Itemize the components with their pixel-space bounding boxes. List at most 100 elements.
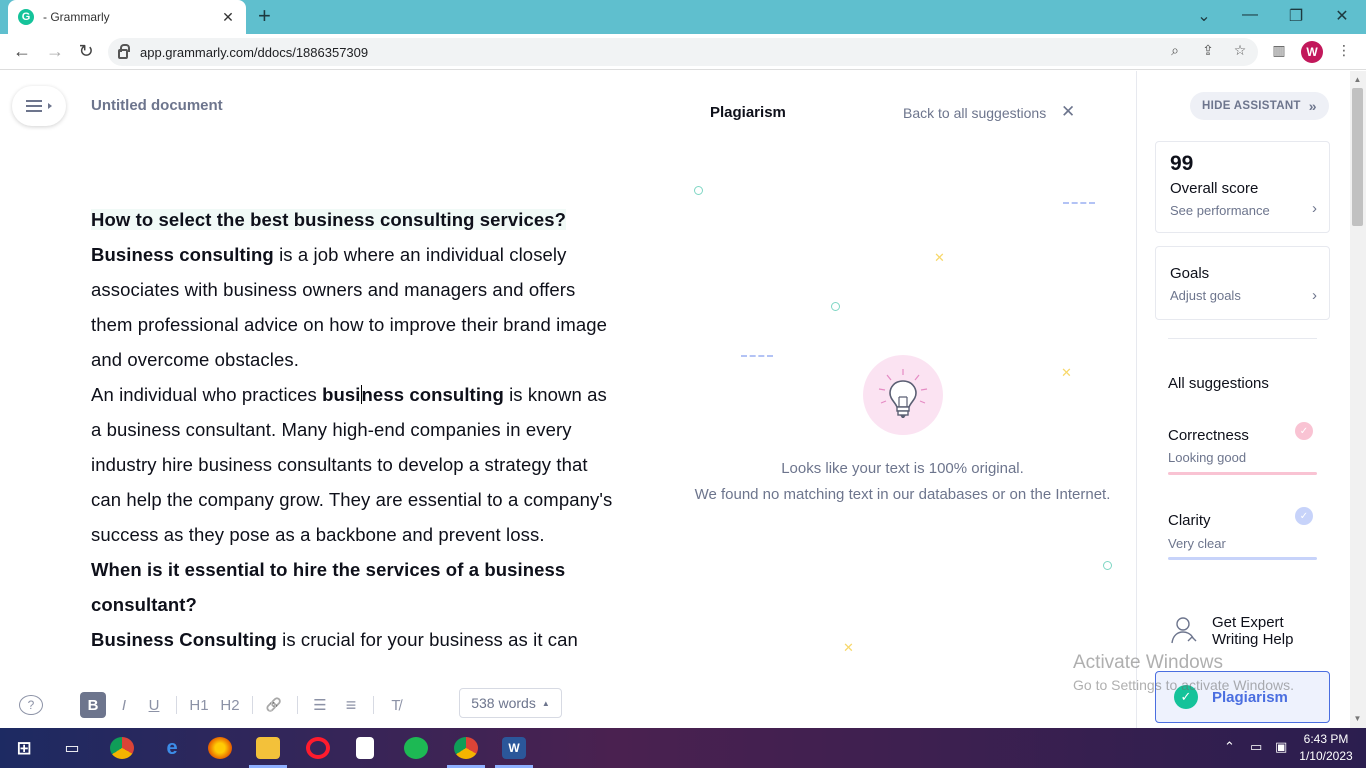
- chrome-icon[interactable]: [110, 737, 134, 759]
- spotify-icon[interactable]: [404, 737, 428, 759]
- sidebar-divider: [1168, 338, 1317, 339]
- word-icon[interactable]: W: [502, 737, 526, 759]
- file-explorer-icon[interactable]: [256, 737, 280, 759]
- overall-score-card[interactable]: 99 Overall score See performance ›: [1155, 141, 1330, 233]
- correctness-label[interactable]: Correctness: [1168, 427, 1249, 444]
- correctness-status: Looking good: [1168, 450, 1247, 465]
- clarity-label[interactable]: Clarity: [1168, 512, 1211, 529]
- scroll-up-icon[interactable]: ▲: [1352, 75, 1363, 84]
- tab-title: - Grammarly: [43, 10, 110, 24]
- goals-card[interactable]: Goals Adjust goals ›: [1155, 246, 1330, 320]
- clock-date: 1/10/2023: [1299, 749, 1353, 763]
- bold-button[interactable]: B: [80, 692, 106, 718]
- share-icon[interactable]: ⇪: [1199, 42, 1217, 59]
- chrome-profile-icon[interactable]: [454, 737, 478, 759]
- heading2-button[interactable]: H2: [217, 692, 243, 718]
- lock-icon: [118, 44, 130, 59]
- correctness-check-icon: ✓: [1295, 422, 1313, 440]
- decor-circle-icon: [1103, 561, 1112, 570]
- forward-arrow-icon[interactable]: →: [44, 41, 66, 61]
- hamburger-icon: [26, 100, 42, 112]
- expert-person-icon: [1170, 615, 1198, 645]
- task-view-icon[interactable]: ▭: [60, 737, 84, 759]
- scroll-down-icon[interactable]: ▼: [1352, 714, 1363, 723]
- tab-search-chevron-icon[interactable]: ⌄: [1192, 6, 1216, 26]
- document-menu-button[interactable]: [12, 86, 66, 126]
- restore-icon[interactable]: ❐: [1284, 6, 1308, 26]
- toolbar-divider: [297, 696, 298, 714]
- profile-avatar[interactable]: W: [1301, 41, 1323, 63]
- browser-toolbar: ← → ↻ app.grammarly.com/ddocs/1886357309…: [0, 34, 1366, 70]
- decor-dash-icon: [1063, 202, 1095, 204]
- document-app-icon[interactable]: [356, 737, 374, 759]
- address-bar[interactable]: app.grammarly.com/ddocs/1886357309: [108, 38, 1258, 66]
- caret-up-icon: ▲: [541, 698, 550, 708]
- scrollbar-thumb[interactable]: [1352, 88, 1363, 226]
- hide-assistant-label: HIDE ASSISTANT: [1202, 100, 1301, 112]
- document-editor[interactable]: How to select the best business consulti…: [91, 202, 621, 678]
- caret-right-icon: [48, 103, 52, 109]
- double-chevron-icon: »: [1308, 98, 1317, 114]
- heading-2: When is it essential to hire the service…: [91, 559, 566, 615]
- browser-menu-icon[interactable]: ⋮: [1335, 42, 1353, 59]
- toolbar-divider: [252, 696, 253, 714]
- decor-circle-icon: [831, 302, 840, 311]
- windows-taskbar: [0, 728, 1366, 768]
- paragraph-1: Business consulting is a job where an in…: [91, 244, 608, 370]
- heading1-button[interactable]: H1: [186, 692, 212, 718]
- underline-button[interactable]: U: [142, 692, 166, 718]
- chevron-right-icon: ›: [1312, 287, 1317, 304]
- bookmark-star-icon[interactable]: ☆: [1231, 42, 1249, 59]
- link-icon[interactable]: 🔗: [261, 692, 287, 718]
- browser-tab[interactable]: G - Grammarly ✕: [8, 0, 246, 34]
- formatting-toolbar: ? B I U H1 H2 🔗 ☰ ≡ T̸: [0, 684, 1136, 726]
- windows-activation-hint: Go to Settings to activate Windows.: [1073, 677, 1294, 693]
- firefox-icon[interactable]: [208, 737, 232, 759]
- toolbar-divider: [176, 696, 177, 714]
- all-suggestions-link[interactable]: All suggestions: [1168, 375, 1269, 392]
- taskbar-clock[interactable]: 6:43 PM 1/10/2023: [1295, 731, 1357, 765]
- windows-start-icon[interactable]: ⊞: [12, 737, 36, 759]
- new-tab-icon[interactable]: +: [258, 5, 271, 27]
- clarity-bar: [1168, 557, 1317, 560]
- heading-1: How to select the best business consulti…: [91, 209, 567, 230]
- opera-icon[interactable]: [306, 737, 330, 759]
- help-icon[interactable]: ?: [19, 695, 43, 715]
- zoom-icon[interactable]: ⌕: [1166, 42, 1184, 59]
- lightbulb-icon: [863, 355, 943, 435]
- italic-button[interactable]: I: [112, 692, 136, 718]
- clarity-status: Very clear: [1168, 536, 1226, 551]
- document-title[interactable]: Untitled document: [91, 97, 223, 114]
- tab-close-icon[interactable]: ✕: [220, 9, 236, 26]
- volume-icon[interactable]: ▣: [1275, 739, 1287, 755]
- reload-icon[interactable]: ↻: [75, 41, 97, 61]
- windows-activation-watermark: Activate Windows: [1073, 652, 1223, 673]
- clear-formatting-icon[interactable]: T̸: [383, 692, 409, 718]
- toolbar-divider: [373, 696, 374, 714]
- back-arrow-icon[interactable]: ←: [11, 41, 33, 61]
- decor-sparkle-icon: ✕: [843, 640, 854, 655]
- back-to-suggestions-link[interactable]: Back to all suggestions: [903, 105, 1046, 121]
- bullet-list-icon[interactable]: ≡: [338, 692, 364, 718]
- plagiarism-panel-title: Plagiarism: [710, 104, 786, 121]
- edge-icon[interactable]: e: [160, 737, 184, 759]
- word-count-button[interactable]: 538 words ▲: [459, 688, 562, 718]
- tray-chevron-icon[interactable]: ⌃: [1224, 739, 1235, 755]
- correctness-bar: [1168, 472, 1317, 475]
- goals-label: Goals: [1170, 265, 1210, 282]
- browser-tab-bar: G - Grammarly ✕ + ⌄ — ❐ ✕: [0, 0, 1366, 34]
- ordered-list-icon[interactable]: ☰: [307, 692, 333, 718]
- window-close-icon[interactable]: ✕: [1330, 6, 1354, 26]
- expert-writing-help-link[interactable]: Get Expert Writing Help: [1212, 614, 1322, 648]
- network-icon[interactable]: ▭: [1250, 739, 1262, 755]
- see-performance-link[interactable]: See performance: [1170, 203, 1270, 218]
- side-panel-icon[interactable]: ▥: [1270, 42, 1288, 59]
- chevron-right-icon: ›: [1312, 200, 1317, 217]
- decor-circle-icon: [694, 186, 703, 195]
- overall-score-value: 99: [1170, 152, 1194, 175]
- adjust-goals-link[interactable]: Adjust goals: [1170, 288, 1241, 303]
- minimize-icon[interactable]: —: [1238, 6, 1262, 24]
- hide-assistant-button[interactable]: HIDE ASSISTANT »: [1190, 92, 1329, 120]
- close-panel-icon[interactable]: ✕: [1061, 102, 1075, 122]
- decor-dash-icon: [741, 355, 773, 357]
